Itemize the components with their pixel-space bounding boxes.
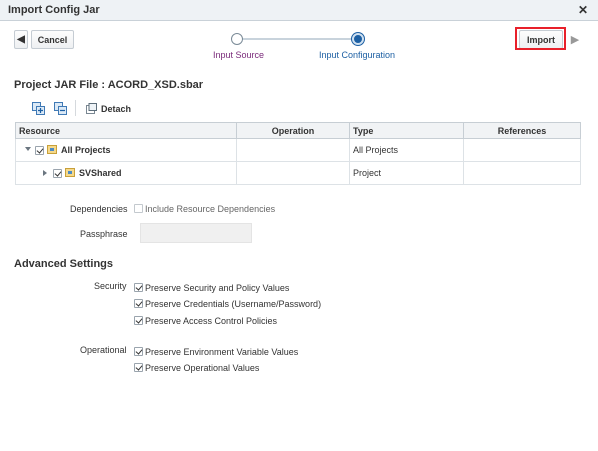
close-icon[interactable]: ✕: [578, 3, 588, 17]
passphrase-label: Passphrase: [80, 229, 128, 239]
table-row[interactable]: SVShared Project: [15, 161, 581, 185]
chevron-left-icon: ◀: [17, 34, 25, 45]
table-row[interactable]: All Projects All Projects: [15, 138, 581, 162]
option-label: Preserve Credentials (Username/Password): [145, 299, 322, 309]
detach-icon[interactable]: [86, 103, 97, 114]
operation-cell: [236, 138, 350, 162]
type-cell: Project: [349, 161, 464, 185]
project-jar-heading: Project JAR File : ACORD_XSD.sbar: [14, 79, 204, 91]
train-label-input-configuration[interactable]: Input Configuration: [319, 50, 395, 60]
resource-name: SVShared: [79, 168, 122, 178]
next-button[interactable]: ▶: [568, 30, 582, 49]
references-cell: [463, 161, 581, 185]
train-stop-input-configuration[interactable]: [352, 33, 364, 45]
detach-button[interactable]: Detach: [101, 104, 131, 114]
preserve-security-policy-checkbox[interactable]: [134, 283, 143, 292]
option-label: Preserve Access Control Policies: [145, 316, 278, 326]
back-button[interactable]: ◀: [14, 30, 28, 49]
folder-icon: [47, 145, 57, 154]
preserve-credentials-checkbox[interactable]: [134, 299, 143, 308]
operational-label: Operational: [80, 345, 127, 355]
passphrase-input[interactable]: [140, 223, 252, 243]
column-header-resource[interactable]: Resource: [15, 122, 237, 139]
column-header-operation[interactable]: Operation: [236, 122, 350, 139]
resource-cell: All Projects: [15, 138, 237, 162]
references-cell: [463, 138, 581, 162]
chevron-right-icon: ▶: [570, 34, 580, 46]
table-header-row: Resource Operation Type References: [15, 122, 581, 139]
preserve-environment-variables-checkbox[interactable]: [134, 347, 143, 356]
preserve-access-control-checkbox[interactable]: [134, 316, 143, 325]
toolbar-separator: [75, 100, 76, 116]
include-dependencies-checkbox[interactable]: [134, 204, 143, 213]
security-label: Security: [94, 281, 127, 291]
project-icon: [65, 168, 75, 177]
resource-name: All Projects: [61, 145, 111, 155]
expand-triangle-icon[interactable]: [43, 170, 47, 176]
dependencies-label: Dependencies: [70, 204, 128, 214]
option-label: Preserve Environment Variable Values: [145, 347, 299, 357]
train-stop-input-source[interactable]: [231, 33, 243, 45]
column-header-type[interactable]: Type: [349, 122, 464, 139]
svshared-checkbox[interactable]: [53, 169, 62, 178]
dialog-title: Import Config Jar: [8, 4, 100, 16]
train-label-input-source[interactable]: Input Source: [213, 50, 264, 60]
operation-cell: [236, 161, 350, 185]
collapse-triangle-icon[interactable]: [25, 147, 31, 151]
expand-all-icon[interactable]: [32, 102, 45, 115]
advanced-settings-heading: Advanced Settings: [14, 258, 114, 270]
option-label: Preserve Security and Policy Values: [145, 283, 290, 293]
resource-cell: SVShared: [15, 161, 237, 185]
column-header-references[interactable]: References: [463, 122, 581, 139]
cancel-button[interactable]: Cancel: [31, 30, 74, 49]
resource-table: Resource Operation Type References All P…: [15, 122, 581, 185]
all-projects-checkbox[interactable]: [35, 146, 44, 155]
train-connector: [237, 38, 359, 40]
import-button-highlight: [515, 27, 566, 50]
option-label: Preserve Operational Values: [145, 363, 260, 373]
preserve-operational-values-checkbox[interactable]: [134, 363, 143, 372]
type-cell: All Projects: [349, 138, 464, 162]
collapse-all-icon[interactable]: [54, 102, 67, 115]
include-dependencies-label: Include Resource Dependencies: [145, 204, 276, 214]
dialog-titlebar: Import Config Jar ✕: [0, 0, 598, 21]
